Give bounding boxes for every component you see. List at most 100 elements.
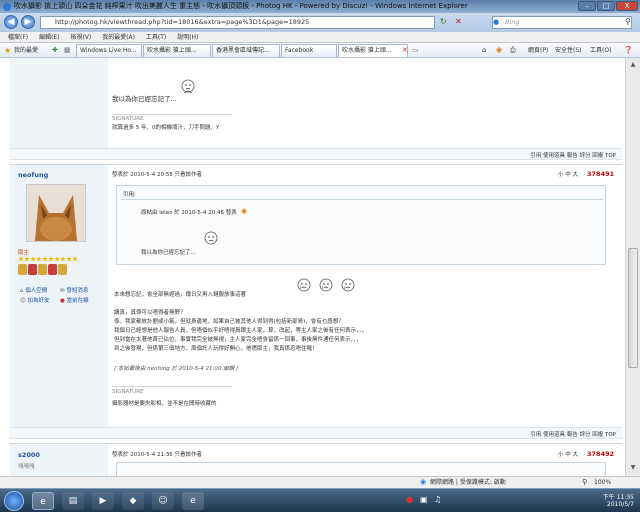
add-friend-label: 加為好友 [27,298,50,304]
post2-font-size[interactable]: 小 中 大 [558,170,578,178]
stop-icon[interactable]: ✕ [455,17,465,27]
menu-file[interactable]: 檔案(F) [8,34,28,41]
menu-help[interactable]: 說明(H) [177,34,198,41]
star-icon [54,256,60,262]
home-icon: ⌂ [20,288,24,294]
add-favorite-icon[interactable]: ✚ [52,43,58,57]
tab-windows-live[interactable]: Windows Live Ho... [76,44,142,57]
post3-font-size[interactable]: 小 中 大 [558,450,578,458]
tools-menu[interactable]: 工具(O) [590,43,611,57]
back-arrow-icon[interactable]: ◀ [4,15,18,29]
favorites-bar: ★ 我的最愛 ✚ ▦ Windows Live Ho... 吹水攝影 搶上頭..… [0,43,640,58]
volume-icon[interactable]: ♫ [434,495,441,504]
crying-emoticon-icon [319,278,333,292]
post2-actions[interactable]: 引用 使用道具 報告 評分 回複 TOP [530,430,616,438]
signature-divider [112,114,232,115]
post2-body-line3: 係，我家都放計劃或小氣，但就身邊地，如果自己被其他人得到得(包括新部哥)，會有乜… [114,319,344,325]
post2-body-line5: 但到當在太著他首已佔位，事實我完全被無視，主人家完全唔會留係一回事，事後無件通任… [114,337,362,343]
address-bar[interactable]: http://photog.hk/viewthread.php?tid=1801… [40,16,435,29]
emoticon-icon [181,79,195,94]
envelope-icon: ✉ [60,288,65,294]
print-icon[interactable]: ⎙ [510,43,516,57]
post2-action-bar: 引用 使用道具 報告 評分 回複 TOP [10,427,622,439]
signature-divider [112,386,232,387]
close-button[interactable]: X [616,1,638,11]
search-box[interactable]: Bing [492,16,632,29]
home-icon[interactable]: ⌂ [482,43,486,57]
app-taskbar-icon[interactable]: ◆ [122,492,144,510]
folder-taskbar-icon[interactable]: ▤ [62,492,84,510]
post2-meta: 發表於 2010-5-4 20:58 只看該作者 [112,172,203,178]
quote-box: 引用: 原帖由 leleo 於 2010-5-4 20:46 發表 ◉ 我以為你… [116,185,606,265]
post3-role: 嘎嘎嘎 [18,464,35,470]
avatar[interactable] [26,184,86,242]
search-icon[interactable]: ⚲ [625,17,631,26]
post2-role: 版主 [18,250,30,256]
scroll-thumb[interactable] [628,248,638,368]
crying-emoticon-icon [297,278,311,292]
online-icon: ● [60,298,65,304]
post2-body-line2: 講真，真係可以唔得者無野？ [114,310,186,316]
message-link[interactable]: ✉ 發短消息 [60,286,88,294]
refresh-icon[interactable]: ↻ [440,17,450,27]
post3-author[interactable]: s2000 [18,451,40,459]
tab-facebook[interactable]: Facebook [281,44,337,57]
star-icon [60,256,66,262]
rss-icon[interactable]: ◉ [496,43,502,57]
media-taskbar-icon[interactable]: ▶ [92,492,114,510]
quote-divider [121,199,603,200]
network-icon[interactable]: ▣ [420,495,428,504]
window-title-bar: 吹水攝影 搶上頭山 四朵金花 純榨果汁 吹出美麗人生 重主態 - 吹水攝頂頭板 … [0,0,640,13]
star-icon [24,256,30,262]
menu-favorites[interactable]: 我的最愛(A) [102,34,135,41]
post1-sidebar [10,58,108,158]
new-tab-icon[interactable]: ▭ [412,43,424,55]
online-status-label: 當前在線 [66,298,89,304]
start-button[interactable] [4,491,24,511]
quote-by: 原帖由 leleo 於 2010-5-4 20:46 發表 [141,210,237,216]
favorites-label[interactable]: 我的最愛 [14,43,38,57]
menu-edit[interactable]: 編輯(E) [39,34,59,41]
medal-row [18,264,68,277]
scroll-up-icon[interactable]: ▲ [628,60,638,70]
clock[interactable]: 下午 11:35 2010/5/7 [590,492,634,508]
ie-taskbar-icon[interactable]: e [32,492,54,510]
medal-icon [28,264,37,275]
forward-arrow-icon[interactable]: ▶ [21,15,35,29]
menu-tools[interactable]: 工具(T) [146,34,166,41]
star-icon [66,256,72,262]
globe-icon: ◉ [420,478,427,486]
online-status: ● 當前在線 [60,296,89,304]
post1-action-bar: 引用 使用道具 報告 評分 回複 TOP [10,148,622,160]
bing-icon: ● [493,18,500,26]
vertical-scrollbar[interactable]: ▲ ▼ [625,58,640,476]
chat-taskbar-icon[interactable]: ☺ [152,492,174,510]
tray-icon[interactable]: ● [406,495,413,504]
tab-photog-active[interactable]: 吹水攝影 搶上頭... [338,44,408,57]
minimize-button[interactable]: – [578,1,596,11]
tab-photog-1[interactable]: 吹水攝影 搶上頭... [143,44,211,57]
post1-signature: 就算過多 5 年、0的相機壞汁，刀手問題、Y [112,125,220,131]
ie2-taskbar-icon[interactable]: e [182,492,204,510]
profile-link[interactable]: ⌂ 個人空間 [20,286,47,294]
zoom-icon[interactable]: ⚲ [582,477,587,488]
tab-close-icon[interactable]: ✕ [402,43,408,57]
zoom-level[interactable]: 100% [594,477,611,488]
post2-body-line6: 到之後發現，但係第三個地方，周個託人玩得好開心，他嗜版主，我真係忍唔住囉！ [114,346,318,352]
menu-view[interactable]: 檢視(V) [70,34,91,41]
rank-stars [18,256,78,264]
tab-hk-blackzone[interactable]: 香港黑會區域傳記... [212,44,280,57]
post2-author[interactable]: neofung [18,171,48,179]
jump-post-icon[interactable]: ◉ [241,207,247,215]
safety-menu[interactable]: 安全性(S) [555,43,582,57]
add-friend-link[interactable]: ☺ 加為好友 [20,296,50,304]
star-icon [42,256,48,262]
grid-icon[interactable]: ▦ [64,43,71,57]
help-icon[interactable]: ❓ [624,43,633,57]
scroll-down-icon[interactable]: ▼ [628,463,638,473]
post1-actions[interactable]: 引用 使用道具 報告 評分 回複 TOP [530,151,616,159]
crying-emoticon-icon [341,278,355,292]
maximize-button[interactable]: □ [597,1,615,11]
emoticon-icon [204,231,218,245]
page-menu[interactable]: 網頁(P) [528,43,548,57]
